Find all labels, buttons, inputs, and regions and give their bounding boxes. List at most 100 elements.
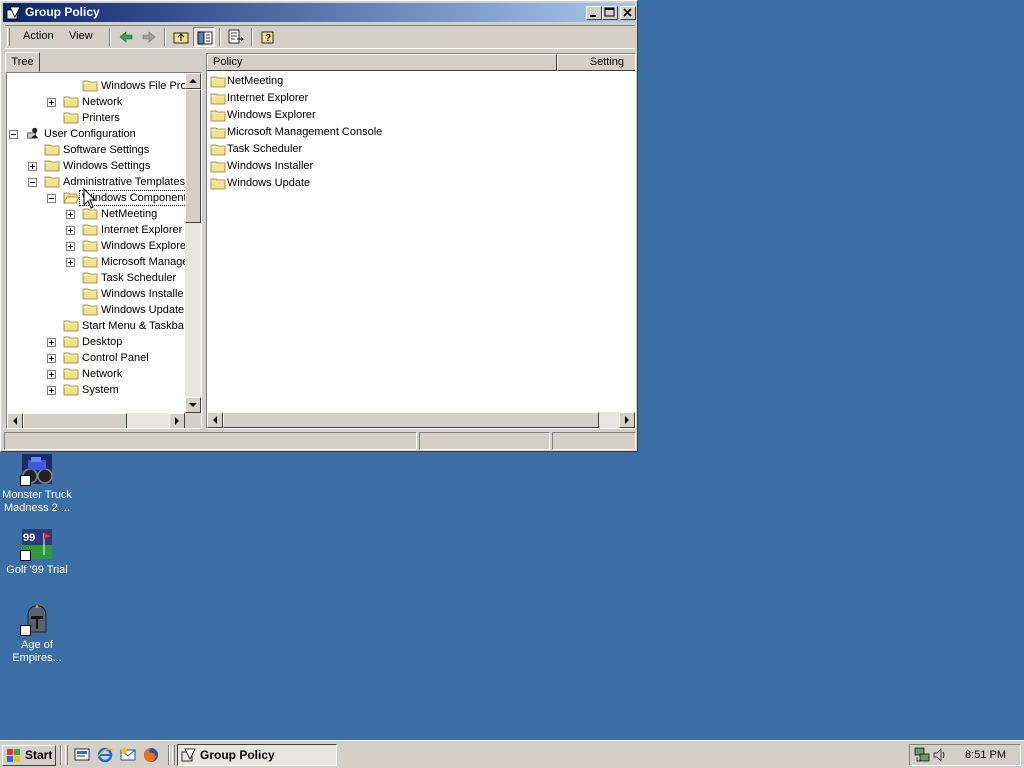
tree-item[interactable]: Microsoft Manage	[7, 254, 185, 270]
tree-item[interactable]: Windows File Pro	[7, 78, 185, 94]
quicklaunch-firefox[interactable]	[142, 746, 160, 764]
tree-item[interactable]: Windows Explore	[7, 238, 185, 254]
menu-action[interactable]: Action	[23, 30, 54, 42]
tree-item[interactable]: Task Scheduler	[7, 270, 185, 286]
pane-splitter[interactable]	[202, 53, 206, 429]
policy-list-item-label: Task Scheduler	[227, 143, 303, 155]
status-bar	[4, 432, 636, 450]
quicklaunch-show-desktop[interactable]	[73, 746, 91, 764]
expand-toggle-icon[interactable]	[66, 242, 75, 251]
tree-scroll-down-button[interactable]	[185, 397, 201, 413]
title-bar[interactable]: Group Policy	[3, 3, 636, 22]
tree-scroll-left-button[interactable]	[7, 413, 23, 428]
tree-item[interactable]: Network	[7, 366, 185, 382]
policy-list-pane: Policy Setting NetMeeting Internet Explor…	[206, 53, 636, 429]
tree-item[interactable]: System	[7, 382, 185, 398]
expand-toggle-icon[interactable]	[66, 258, 75, 267]
tree-item[interactable]: Control Panel	[7, 350, 185, 366]
tree-item[interactable]: Internet Explorer	[7, 222, 185, 238]
tree-item[interactable]: Software Settings	[7, 142, 185, 158]
tree-view: Windows File Pro Network Printers User Conf…	[7, 73, 185, 413]
tree-vertical-thumb[interactable]	[185, 89, 201, 223]
expand-toggle-icon[interactable]	[66, 210, 75, 219]
tree-item[interactable]: Start Menu & Taskba	[7, 318, 185, 334]
menu-view[interactable]: View	[69, 30, 93, 42]
close-button[interactable]	[620, 6, 636, 20]
tree-item[interactable]: Printers	[7, 110, 185, 126]
tree-item-label: Start Menu & Taskba	[82, 320, 184, 332]
expand-toggle-icon[interactable]	[28, 162, 37, 171]
column-header-setting[interactable]: Setting	[557, 54, 635, 71]
show-hide-tree-button[interactable]	[193, 27, 215, 47]
forward-button[interactable]	[138, 27, 160, 47]
clock[interactable]: 8:51 PM	[965, 749, 1006, 761]
desktop-icon-label: Monster Truck Madness 2 ...	[2, 489, 72, 514]
expand-toggle-icon[interactable]	[47, 386, 56, 395]
maximize-button[interactable]	[602, 6, 618, 20]
network-tray-icon[interactable]	[914, 747, 930, 763]
list-horizontal-thumb[interactable]	[223, 412, 599, 428]
tree-item-label: Desktop	[82, 336, 123, 348]
expand-toggle-icon[interactable]	[47, 370, 56, 379]
desktop-icon-label: Golf '99 Trial	[6, 564, 68, 576]
back-button[interactable]	[115, 27, 137, 47]
firefox-icon	[144, 748, 158, 762]
export-list-button[interactable]	[225, 27, 247, 47]
tree-item[interactable]: Desktop	[7, 334, 185, 350]
tree-item[interactable]: Network	[7, 94, 185, 110]
status-panel-3	[552, 432, 636, 450]
tree-vertical-scrollbar[interactable]	[185, 73, 201, 413]
expand-toggle-icon[interactable]	[47, 98, 56, 107]
helmet-icon	[20, 602, 54, 636]
column-header-policy[interactable]: Policy	[207, 54, 557, 71]
tree-item[interactable]: User Configuration	[7, 126, 185, 142]
tree-scroll-right-button[interactable]	[169, 413, 185, 428]
list-scroll-right-button[interactable]	[619, 412, 635, 428]
toolbar: Action View ?	[5, 25, 635, 49]
list-horizontal-scrollbar[interactable]	[207, 412, 635, 428]
tree-item-label: Printers	[82, 112, 120, 124]
tree-item-label: Network	[82, 96, 123, 108]
expand-toggle-icon[interactable]	[47, 354, 56, 363]
arrow-down-icon	[189, 403, 197, 407]
tree-horizontal-thumb[interactable]	[23, 413, 127, 428]
up-one-level-button[interactable]	[170, 27, 192, 47]
truck-icon	[20, 452, 54, 486]
expand-toggle-icon[interactable]	[66, 226, 75, 235]
shortcut-arrow-icon	[20, 625, 31, 636]
tree-item-label: Microsoft Manage	[101, 256, 185, 268]
tree-pane: Windows File Pro Network Printers User Conf…	[6, 72, 202, 429]
tree-item[interactable]: Windows Installe	[7, 286, 185, 302]
toolbar-grip	[7, 28, 10, 46]
policy-list-item-label: Internet Explorer	[227, 92, 309, 104]
system-tray: 8:51 PM	[909, 744, 1021, 766]
status-panel-main	[4, 432, 417, 450]
tree-item-label: Administrative Templates	[63, 176, 185, 188]
minimize-button[interactable]	[586, 6, 602, 20]
quicklaunch-internet-explorer[interactable]	[96, 746, 114, 764]
tree-item[interactable]: Windows Settings	[7, 158, 185, 174]
desktop-icon-golf-99[interactable]: 99 Golf '99 Trial	[0, 527, 76, 577]
start-label: Start	[25, 748, 53, 762]
taskbar-button-label: Group Policy	[200, 748, 275, 762]
tree-item-label: Windows Settings	[63, 160, 151, 172]
desktop-icon-age-of-empires[interactable]: Age of Empires...	[0, 602, 76, 665]
tree-item[interactable]: Windows Update	[7, 302, 185, 318]
help-button[interactable]: ?	[257, 27, 279, 47]
collapse-toggle-icon[interactable]	[47, 194, 56, 203]
volume-icon[interactable]	[932, 747, 948, 763]
desktop-icon-monster-truck[interactable]: Monster Truck Madness 2 ...	[0, 452, 76, 515]
quicklaunch-outlook[interactable]	[119, 746, 137, 764]
collapse-toggle-icon[interactable]	[9, 130, 18, 139]
tab-tree[interactable]: Tree	[5, 52, 40, 72]
collapse-toggle-icon[interactable]	[28, 178, 37, 187]
group-policy-icon	[6, 6, 21, 20]
tree-scroll-up-button[interactable]	[185, 73, 201, 89]
tree-horizontal-scrollbar[interactable]	[7, 413, 185, 428]
expand-toggle-icon[interactable]	[47, 338, 56, 347]
taskbar-button-group-policy[interactable]: Group Policy	[177, 744, 337, 766]
start-button[interactable]: Start	[2, 745, 56, 766]
list-scroll-left-button[interactable]	[207, 412, 223, 428]
taskbar-separator	[168, 745, 170, 765]
tree-item-label: Windows Installe	[101, 288, 184, 300]
